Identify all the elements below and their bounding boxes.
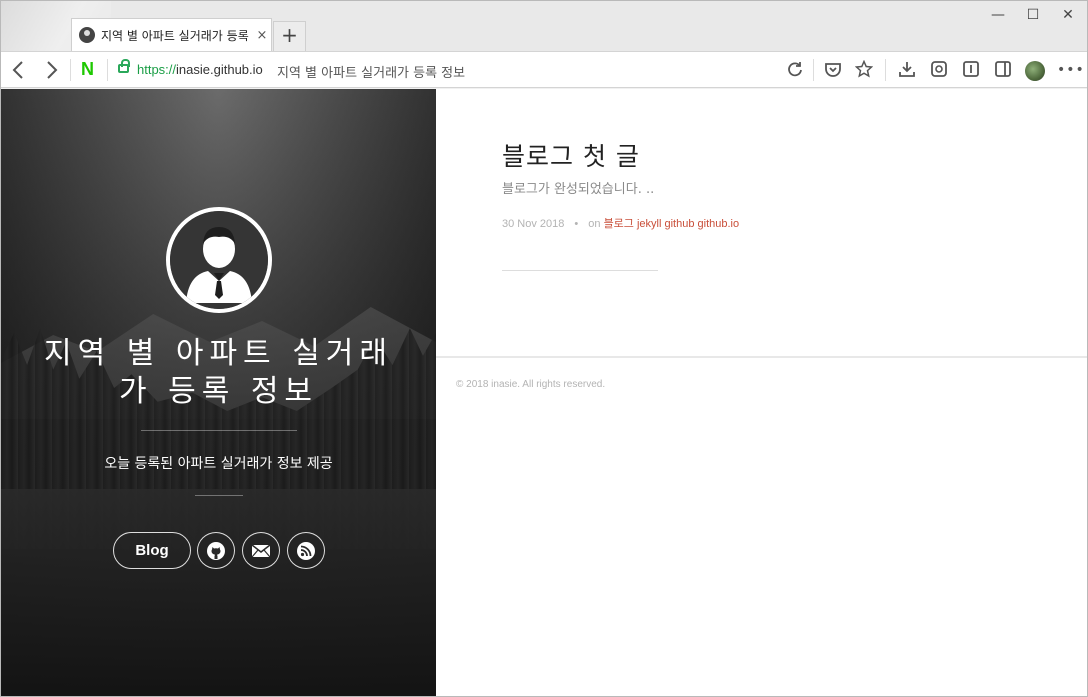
back-arrow-icon xyxy=(12,61,23,79)
email-button[interactable] xyxy=(242,532,280,569)
profile-avatar[interactable] xyxy=(1025,61,1045,81)
tab-title: 지역 별 아파트 실거래가 등록 정보 xyxy=(101,28,249,43)
divider xyxy=(813,59,814,81)
github-icon xyxy=(207,542,225,560)
post-tags-link[interactable]: 블로그 jekyll github github.io xyxy=(604,218,740,230)
favicon-icon xyxy=(79,27,95,43)
forward-button[interactable] xyxy=(39,58,63,82)
reload-icon[interactable] xyxy=(785,60,805,80)
back-button[interactable] xyxy=(7,58,31,82)
rss-button[interactable] xyxy=(287,532,325,569)
site-subtitle: 오늘 등록된 아파트 실거래가 정보 제공 xyxy=(104,456,333,472)
post-meta: 30 Nov 2018 • on 블로그 jekyll github github.… xyxy=(502,215,739,231)
meta-on-label: on xyxy=(588,218,601,230)
browser-window: 지역 별 아파트 실거래가 등록 정보 × + — ☐ ✕ N https://… xyxy=(0,0,1088,697)
download-icon[interactable] xyxy=(897,60,917,80)
new-tab-button[interactable]: + xyxy=(273,21,306,51)
lock-icon[interactable] xyxy=(118,59,130,73)
subtitle-divider xyxy=(195,495,243,496)
capture-icon[interactable] xyxy=(929,60,949,80)
footer-divider xyxy=(436,356,1087,358)
main-content: 블로그 첫 글 블로그가 완성되었습니다. .. 30 Nov 2018 • on … xyxy=(436,89,1087,696)
pocket-icon[interactable] xyxy=(823,60,843,80)
author-avatar xyxy=(166,207,272,313)
reader-icon[interactable] xyxy=(961,60,981,80)
divider xyxy=(70,59,71,81)
meta-separator: • xyxy=(574,218,579,230)
sidebar-icon[interactable] xyxy=(993,60,1013,80)
star-icon[interactable] xyxy=(854,59,874,80)
site-title: 지역 별 아파트 실거래가 등록 정보 xyxy=(43,336,393,409)
naver-home-icon[interactable]: N xyxy=(81,60,97,78)
rss-icon xyxy=(297,542,315,560)
close-window-button[interactable]: ✕ xyxy=(1051,5,1085,25)
mail-icon xyxy=(251,544,271,558)
address-url[interactable]: https://inasie.github.io xyxy=(137,62,263,77)
post-excerpt: 블로그가 완성되었습니다. .. xyxy=(502,182,655,197)
blog-button[interactable]: Blog xyxy=(113,532,191,569)
url-host: inasie.github.io xyxy=(176,62,263,77)
background-lake xyxy=(1,489,436,696)
forward-arrow-icon xyxy=(47,61,58,79)
divider xyxy=(107,59,108,81)
hero-panel: 지역 별 아파트 실거래가 등록 정보 오늘 등록된 아파트 실거래가 정보 제… xyxy=(1,89,436,696)
close-tab-icon[interactable]: × xyxy=(255,28,269,43)
post-date: 30 Nov 2018 xyxy=(502,218,565,230)
minimize-button[interactable]: — xyxy=(981,5,1015,25)
post-title-link[interactable]: 블로그 첫 글 xyxy=(502,137,640,173)
title-bar: 지역 별 아파트 실거래가 등록 정보 × + — ☐ ✕ xyxy=(1,1,1087,51)
url-scheme: https:// xyxy=(137,62,177,77)
github-button[interactable] xyxy=(197,532,235,569)
post-divider xyxy=(502,270,658,271)
address-page-title: 지역 별 아파트 실거래가 등록 정보 xyxy=(277,66,466,81)
maximize-button[interactable]: ☐ xyxy=(1016,5,1050,25)
title-divider xyxy=(141,430,297,431)
browser-tab[interactable]: 지역 별 아파트 실거래가 등록 정보 × xyxy=(71,18,272,51)
navigation-bar: N https://inasie.github.io 지역 별 아파트 실거래가… xyxy=(1,51,1087,88)
footer-copyright: © 2018 inasie. All rights reserved. xyxy=(456,379,606,390)
more-icon[interactable]: ••• xyxy=(1057,60,1084,80)
user-icon xyxy=(170,211,268,309)
divider xyxy=(885,59,886,81)
